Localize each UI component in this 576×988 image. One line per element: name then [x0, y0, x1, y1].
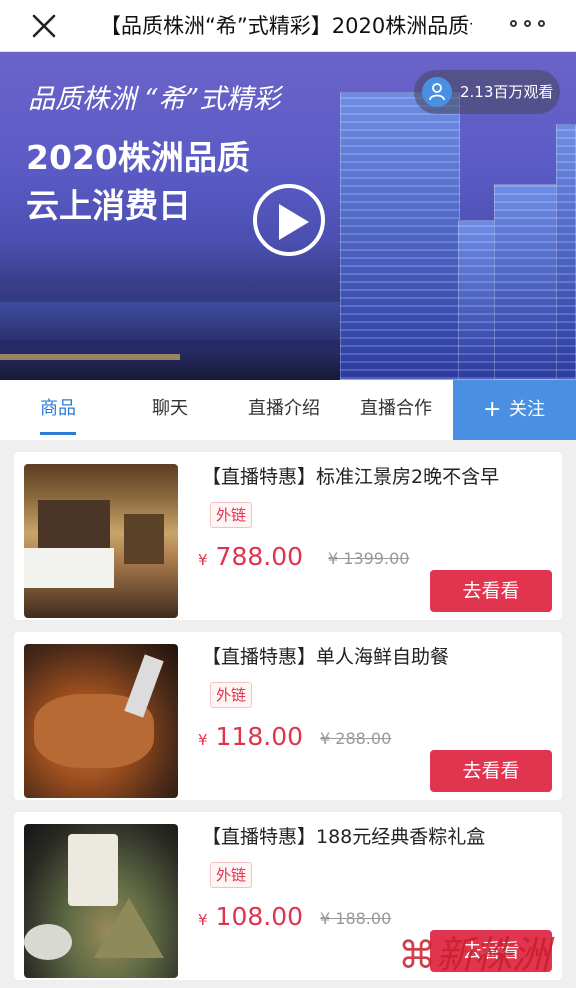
tab-live-intro[interactable]: 直播介绍	[246, 396, 322, 422]
product-price: ¥108.00	[198, 900, 324, 934]
original-price: ¥ 1399.00	[328, 549, 410, 568]
currency-symbol: ¥	[198, 731, 208, 749]
viewer-count: 2.13百万观看	[460, 83, 554, 101]
tab-products[interactable]: 商品	[36, 396, 80, 422]
plus-icon: +	[483, 397, 502, 422]
tab-live-cooperation[interactable]: 直播合作	[358, 396, 434, 422]
tower-image	[340, 92, 460, 380]
live-banner[interactable]: 品质株洲 “希”式精彩 2020株洲品质 云上消费日 2.13百万观看	[0, 52, 576, 380]
price-value: 788.00	[215, 542, 304, 571]
product-card[interactable]: 【直播特惠】单人海鲜自助餐 外链 ¥118.00 ¥ 288.00 去看看	[14, 632, 562, 800]
product-card[interactable]: 【直播特惠】标准江景房2晚不含早 外链 ¥788.00 ¥ 1399.00 去看…	[14, 452, 562, 620]
tower-image	[494, 184, 560, 380]
tab-bar: 商品 聊天 直播介绍 直播合作 + 关注	[0, 380, 576, 440]
view-button[interactable]: 去看看	[430, 570, 552, 612]
play-icon[interactable]	[253, 184, 325, 256]
seafood-buffet-image	[24, 644, 178, 798]
tower-image	[556, 124, 576, 380]
close-icon[interactable]	[30, 12, 58, 40]
product-title: 【直播特惠】单人海鲜自助餐	[202, 646, 450, 668]
view-button[interactable]: 去看看	[430, 750, 552, 792]
banner-subheadline: 云上消费日	[26, 186, 191, 225]
currency-symbol: ¥	[198, 551, 208, 569]
follow-label: 关注	[509, 399, 545, 420]
external-link-tag: 外链	[210, 682, 252, 708]
price-value: 118.00	[215, 722, 304, 751]
product-title: 【直播特惠】188元经典香粽礼盒	[202, 826, 486, 848]
active-tab-indicator	[40, 432, 76, 435]
top-bar: 【品质株洲“希”式精彩】2020株洲品质云上消费日	[0, 0, 576, 52]
tab-chat[interactable]: 聊天	[150, 396, 190, 422]
more-icon[interactable]	[510, 18, 546, 32]
product-price: ¥788.00	[198, 540, 324, 574]
tower-image	[458, 220, 498, 380]
user-icon	[422, 77, 452, 107]
original-price: ¥ 188.00	[320, 909, 392, 928]
banner-slogan: 品质株洲 “希”式精彩	[28, 84, 281, 115]
hotel-room-image	[24, 464, 178, 618]
external-link-tag: 外链	[210, 862, 252, 888]
external-link-tag: 外链	[210, 502, 252, 528]
viewer-count-badge: 2.13百万观看	[414, 70, 560, 114]
page-title: 【品质株洲“希”式精彩】2020株洲品质云上消费日	[100, 14, 472, 38]
price-value: 108.00	[215, 902, 304, 931]
zongzi-gift-box-image	[24, 824, 178, 978]
product-title: 【直播特惠】标准江景房2晚不含早	[202, 466, 500, 488]
follow-button[interactable]: + 关注	[453, 380, 576, 440]
original-price: ¥ 288.00	[320, 729, 392, 748]
product-price: ¥118.00	[198, 720, 324, 754]
banner-headline: 2020株洲品质	[26, 138, 250, 177]
watermark-logo: ⌘新株洲	[398, 933, 551, 977]
currency-symbol: ¥	[198, 911, 208, 929]
